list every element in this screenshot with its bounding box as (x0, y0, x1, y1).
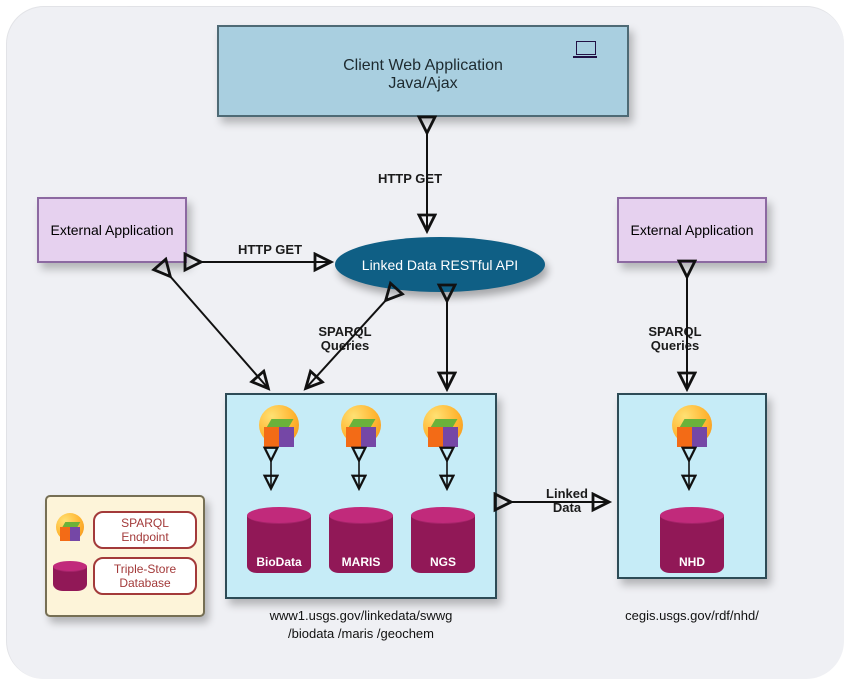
datasource-column: BioData (247, 405, 311, 573)
client-title: Client Web Application (219, 57, 627, 75)
legend-endpoint-label: SPARQL Endpoint (93, 511, 197, 549)
datasource-group-left: BioData MARIS NGS (225, 393, 497, 599)
sparql-endpoint-icon (335, 405, 387, 457)
sparql-endpoint-icon (666, 405, 718, 457)
external-app-right-label: External Application (631, 222, 754, 238)
laptop-icon (576, 41, 597, 58)
triple-store-db: NHD (660, 489, 724, 573)
diagram-canvas: Client Web Application Java/Ajax Externa… (6, 6, 844, 679)
datasource-column: NHD (660, 405, 724, 573)
legend: SPARQL Endpoint Triple-Store Database (45, 495, 205, 617)
datasource-column: MARIS (329, 405, 393, 573)
legend-store-label: Triple-Store Database (93, 557, 197, 595)
external-app-left: External Application (37, 197, 187, 263)
db-label: NHD (660, 555, 724, 569)
url-left: www1.usgs.gov/linkedata/swwg /biodata /m… (225, 607, 497, 642)
label-sparql-left: SPARQL Queries (305, 325, 385, 354)
triple-store-db: NGS (411, 489, 475, 573)
datasource-column: NGS (411, 405, 475, 573)
sparql-endpoint-icon (253, 405, 305, 457)
db-label: MARIS (329, 555, 393, 569)
label-linked-data: Linked Data (537, 487, 597, 516)
external-app-left-label: External Application (51, 222, 174, 238)
linked-data-api: Linked Data RESTful API (335, 237, 545, 292)
triple-store-icon (53, 561, 87, 591)
external-app-right: External Application (617, 197, 767, 263)
sparql-endpoint-icon (53, 513, 87, 547)
client-subtitle: Java/Ajax (219, 75, 627, 93)
sparql-endpoint-icon (417, 405, 469, 457)
label-http-get-left: HTTP GET (225, 243, 315, 257)
label-http-get-top: HTTP GET (365, 172, 455, 186)
triple-store-db: BioData (247, 489, 311, 573)
db-label: NGS (411, 555, 475, 569)
datasource-group-right: NHD (617, 393, 767, 579)
api-label: Linked Data RESTful API (362, 257, 518, 273)
label-sparql-right: SPARQL Queries (635, 325, 715, 354)
triple-store-db: MARIS (329, 489, 393, 573)
client-web-app-box: Client Web Application Java/Ajax (217, 25, 629, 117)
url-right: cegis.usgs.gov/rdf/nhd/ (597, 607, 787, 625)
db-label: BioData (247, 555, 311, 569)
